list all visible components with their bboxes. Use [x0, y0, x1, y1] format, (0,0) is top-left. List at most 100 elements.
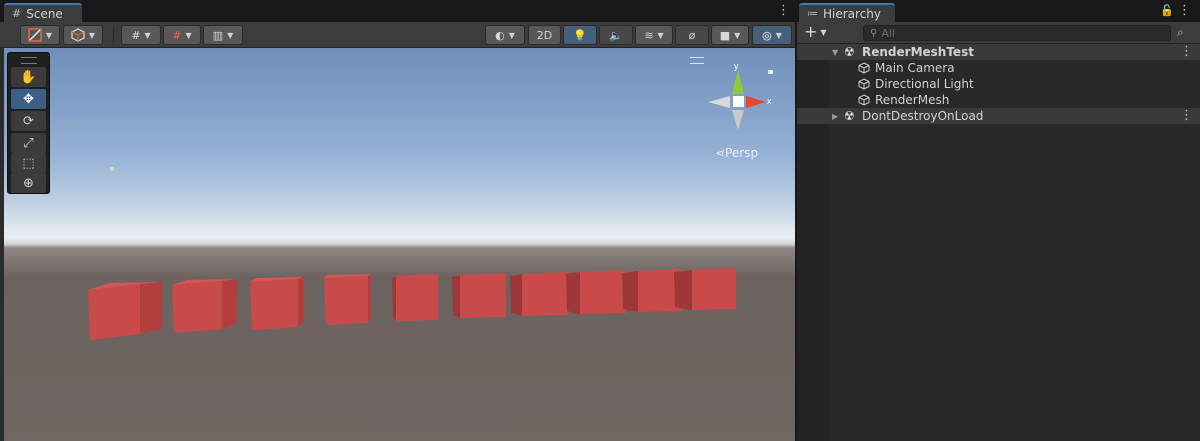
chevron-down-icon: ▼: [508, 30, 515, 40]
hidden-objects-toggle[interactable]: ø: [675, 25, 709, 45]
rotate-tool-button[interactable]: ⟳: [11, 111, 46, 131]
cube-mesh[interactable]: [392, 274, 438, 321]
mode-2d-toggle[interactable]: 2D: [528, 25, 561, 45]
lighting-toggle[interactable]: 💡: [563, 25, 597, 45]
gameobject-cube-icon: [858, 78, 870, 90]
camera-dropdown[interactable]: ■ ▼: [711, 25, 749, 45]
orientation-gizmo[interactable]: y x: [700, 58, 790, 148]
move-tool-button[interactable]: ✥: [11, 89, 46, 109]
gameobject-cube-icon: [858, 62, 870, 74]
gizmo-x-label: x: [767, 96, 772, 106]
row-kebab-menu-icon[interactable]: ⋮: [1180, 109, 1193, 123]
search-icon: ⚲: [870, 27, 878, 39]
tab-scene[interactable]: # Scene: [4, 3, 82, 22]
audio-toggle[interactable]: 🔈: [599, 25, 633, 45]
overlay-grip-handle[interactable]: [21, 57, 37, 64]
collapse-arrow-icon[interactable]: ▶: [832, 112, 838, 121]
cube-mesh[interactable]: [172, 279, 237, 333]
hierarchy-row-label: DontDestroyOnLoad: [862, 109, 984, 123]
cube-side-face: [566, 272, 580, 314]
hierarchy-row-scene[interactable]: ▶ ☢ DontDestroyOnLoad ⋮: [797, 108, 1200, 124]
gizmos-dropdown[interactable]: ◎ ▼: [752, 25, 792, 45]
hierarchy-row-label: RenderMesh: [875, 93, 950, 107]
lock-icon[interactable]: 🔓: [1160, 4, 1174, 17]
gizmo-neg-y-axis[interactable]: [732, 110, 744, 130]
grid-snap-icon: #: [131, 28, 141, 42]
cube-front-face: [172, 281, 222, 333]
shading-mode-dropdown[interactable]: ◐ ▼: [485, 25, 525, 45]
cube-mesh[interactable]: [622, 269, 682, 312]
gizmo-y-axis[interactable]: [732, 70, 744, 94]
speaker-icon: 🔈: [609, 28, 623, 42]
search-input[interactable]: ⚲ All: [863, 25, 1171, 41]
gizmo-x-axis[interactable]: [746, 96, 766, 108]
gizmo-y-label: y: [734, 61, 739, 71]
eye-slash-icon: ø: [688, 28, 696, 42]
cube-front-face: [460, 273, 506, 318]
cube-front-face: [88, 284, 140, 340]
rect-tool-button[interactable]: ⬚: [11, 153, 46, 173]
projection-toggle[interactable]: ⋖Persp: [715, 146, 758, 160]
tab-scene-label: Scene: [26, 6, 63, 21]
gizmo-neg-x-axis[interactable]: [708, 96, 730, 108]
chevron-down-icon: ▼: [820, 28, 827, 37]
hierarchy-row-scene[interactable]: ▼ ☢ RenderMeshTest ⋮: [797, 44, 1200, 60]
hierarchy-kebab-menu-icon[interactable]: ⋮: [1178, 4, 1191, 18]
tab-hierarchy[interactable]: ≔ Hierarchy: [799, 3, 895, 22]
expand-arrow-icon[interactable]: ▼: [832, 48, 838, 57]
hierarchy-row-gameobject[interactable]: Directional Light: [797, 76, 1200, 92]
cube-mesh[interactable]: [510, 272, 568, 316]
cube-mesh[interactable]: [674, 268, 736, 310]
gameobject-cube-icon: [858, 94, 870, 106]
hand-tool-button[interactable]: ✋: [11, 67, 46, 87]
scale-tool-button[interactable]: ⤢: [11, 133, 46, 153]
scene-kebab-menu-icon[interactable]: ⋮: [777, 4, 790, 18]
increment-snap-icon: #: [172, 28, 182, 42]
chevron-down-icon: ▼: [185, 30, 192, 40]
scene-cubes: [88, 268, 736, 340]
transform-tool-button[interactable]: ⊕: [11, 173, 46, 193]
cube-side-face: [674, 270, 692, 310]
gizmo-center-cube[interactable]: [733, 96, 744, 107]
hierarchy-row-label: RenderMeshTest: [862, 45, 974, 59]
cube-mesh[interactable]: [566, 270, 626, 314]
chevron-down-icon: ▼: [45, 30, 53, 40]
cube-mesh[interactable]: [324, 274, 371, 325]
hierarchy-row-label: Main Camera: [875, 61, 955, 75]
cube-front-face: [580, 270, 626, 314]
cube-mesh[interactable]: [88, 282, 162, 340]
search-placeholder: All: [881, 26, 895, 40]
cube-side-face: [222, 279, 237, 329]
gizmo-z-axis[interactable]: [768, 70, 773, 74]
chevron-left-icon: ⋖: [715, 146, 726, 160]
scene-viewport[interactable]: [4, 48, 795, 441]
cube-side-face: [452, 275, 460, 318]
cube-front-face: [250, 279, 298, 330]
chevron-down-icon: ▼: [657, 30, 664, 40]
tools-overlay: ✋ ✥ ⟳ ⤢ ⬚ ⊕: [7, 52, 50, 194]
cube-mesh[interactable]: [250, 277, 304, 330]
add-button[interactable]: + ▼: [804, 22, 827, 41]
light-gizmo-icon[interactable]: [110, 167, 114, 171]
scene-tab-bar: # Scene ⋮: [0, 0, 795, 22]
search-filter-icon[interactable]: ⌕: [1177, 25, 1184, 40]
hierarchy-row-gameobject[interactable]: RenderMesh: [797, 92, 1200, 108]
move-arrows-icon: ✥: [23, 91, 34, 107]
cube-mesh[interactable]: [452, 273, 506, 318]
effects-dropdown[interactable]: ≋ ▼: [635, 25, 673, 45]
cube-side-face: [298, 277, 304, 327]
render-mode-dropdown[interactable]: ▼: [63, 25, 103, 45]
gizmo-globe-icon: ◎: [762, 28, 772, 42]
row-kebab-menu-icon[interactable]: ⋮: [1180, 45, 1193, 59]
mode-2d-label: 2D: [536, 28, 553, 42]
grid-icon: #: [12, 7, 22, 20]
draw-mode-dropdown[interactable]: ▼: [20, 25, 60, 45]
grid-snapping-dropdown[interactable]: # ▼: [121, 25, 161, 45]
cube-front-face: [324, 276, 368, 325]
hierarchy-row-gameobject[interactable]: Main Camera: [797, 60, 1200, 76]
hierarchy-row-label: Directional Light: [875, 77, 974, 91]
increment-snap-dropdown[interactable]: # ▼: [163, 25, 201, 45]
unity-scene-icon: ☢: [844, 109, 855, 123]
cube-front-face: [396, 274, 438, 321]
grid-visibility-dropdown[interactable]: ▥ ▼: [203, 25, 243, 45]
